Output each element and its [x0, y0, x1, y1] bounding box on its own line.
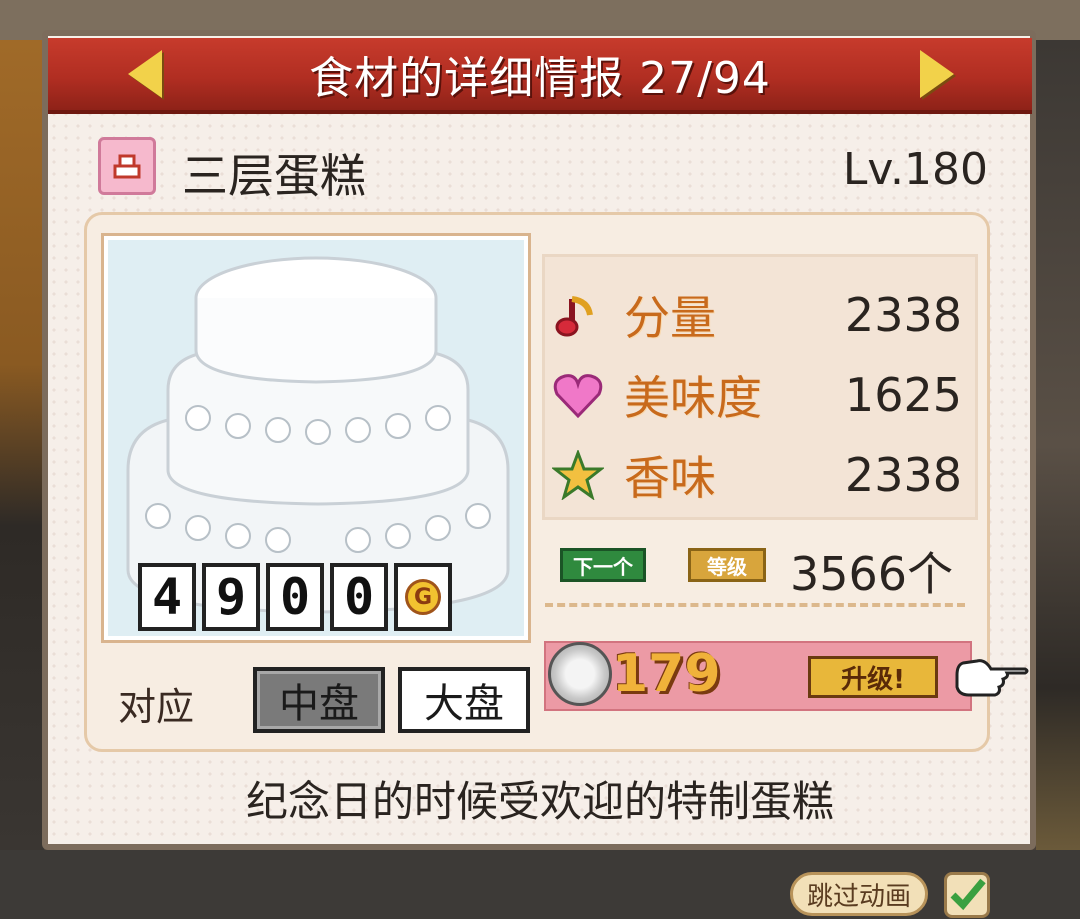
next-level-count: 3566个	[790, 547, 954, 601]
price-display: 4 9 0 0 G	[138, 563, 452, 631]
stat-label: 美味度	[624, 371, 762, 425]
upgrade-button[interactable]: 升级!	[808, 656, 938, 698]
stat-label: 分量	[624, 291, 716, 345]
medium-plate-button[interactable]: 中盘	[253, 667, 385, 733]
size-label: 对应	[118, 685, 195, 729]
next-level-row: 下一个 等级 3566个	[560, 538, 970, 601]
checkmark-icon	[950, 878, 986, 911]
price-digit: 4	[138, 563, 196, 631]
stat-value: 2338	[844, 288, 962, 342]
level-tag: 等级	[688, 548, 766, 582]
stat-row-taste: 美味度 1625	[550, 360, 970, 430]
stat-value: 2338	[844, 448, 962, 502]
stat-value: 1625	[844, 368, 962, 422]
skip-animation-checkbox[interactable]	[944, 872, 990, 918]
background-left	[0, 40, 44, 850]
upgrade-cost: 179	[612, 644, 721, 704]
music-note-icon	[550, 287, 606, 343]
price-digit: 9	[202, 563, 260, 631]
price-digit: 0	[266, 563, 324, 631]
stat-label: 香味	[624, 451, 716, 505]
ingredient-level: Lv.180	[842, 144, 988, 195]
next-arrow-icon[interactable]	[920, 50, 954, 98]
large-plate-button[interactable]: 大盘	[398, 667, 530, 733]
stat-row-quantity: 分量 2338	[550, 280, 970, 350]
ingredient-description: 纪念日的时候受欢迎的特制蛋糕	[245, 777, 834, 826]
divider	[545, 603, 965, 607]
ingredient-name: 三层蛋糕	[182, 149, 366, 203]
gold-coin-icon: G	[405, 579, 441, 615]
price-digit: 0	[330, 563, 388, 631]
next-tag: 下一个	[560, 548, 646, 582]
page-title: 食材的详细情报 27/94	[309, 53, 771, 104]
stat-row-aroma: 香味 2338	[550, 440, 970, 510]
heart-icon	[550, 367, 606, 423]
star-icon	[550, 447, 606, 503]
cake-category-icon	[98, 137, 156, 195]
pointing-hand-icon	[955, 653, 1029, 703]
title-bar: 食材的详细情报 27/94	[48, 38, 1032, 114]
background-right	[1036, 40, 1080, 850]
silver-medal-icon	[548, 642, 612, 706]
skip-animation-button[interactable]: 跳过动画	[790, 872, 928, 916]
price-unit: G	[394, 563, 452, 631]
previous-arrow-icon[interactable]	[128, 50, 162, 98]
